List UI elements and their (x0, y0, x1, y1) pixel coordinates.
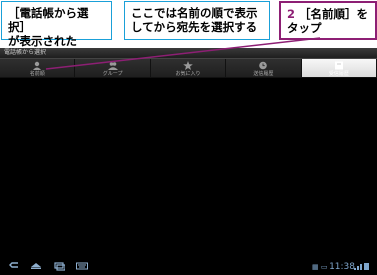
tab-received-history[interactable]: 受信履歴 (301, 59, 377, 77)
tab-label: お気に入り (175, 71, 201, 77)
recent-apps-icon[interactable] (53, 261, 65, 271)
screen-header: 電話帳から選択 (0, 48, 377, 58)
callout-sort-by-name: ここでは名前の順で表示 してから宛先を選択する (124, 1, 270, 40)
tab-sent-history[interactable]: 送信履歴 (226, 59, 302, 77)
tablet-screen: 電話帳から選択 名前順 グループ お気に入り 送信履歴 受信履歴 (0, 48, 377, 275)
callout-line: ここでは名前の順で表示 (131, 6, 258, 20)
step-text: ［名前順］を (299, 7, 369, 21)
group-icon (107, 62, 118, 70)
keyboard-icon[interactable] (76, 261, 88, 271)
screen-title: 電話帳から選択 (4, 49, 47, 56)
callout-line: ［電話帳から選択］ (8, 6, 89, 34)
person-icon (33, 61, 42, 70)
back-icon[interactable] (8, 261, 20, 271)
tab-group[interactable]: グループ (75, 59, 151, 77)
tab-label: 受信履歴 (328, 71, 349, 77)
tab-name-order[interactable]: 名前順 (0, 59, 76, 77)
status-icons: ▦ ▭ (312, 263, 328, 271)
tab-label: グループ (102, 71, 123, 77)
callout-phonebook-shown: ［電話帳から選択］ が表示された (1, 1, 112, 48)
callout-line: タップ (287, 21, 322, 35)
callout-step-2: 2 ［名前順］を タップ (279, 1, 377, 40)
step-number: 2 (287, 7, 296, 21)
callout-line: 2 ［名前順］を (287, 7, 369, 21)
home-icon[interactable] (30, 261, 42, 271)
callout-line: してから宛先を選択する (131, 20, 258, 34)
inbox-icon (334, 61, 343, 70)
history-icon (259, 61, 268, 70)
system-navigation-bar: ▦ ▭ 11:38 (0, 258, 377, 275)
sort-tab-bar: 名前順 グループ お気に入り 送信履歴 受信履歴 (0, 58, 377, 78)
tab-favorites[interactable]: お気に入り (150, 59, 227, 77)
star-icon (183, 61, 193, 70)
tab-label: 送信履歴 (253, 71, 274, 77)
callout-line: が表示された (8, 34, 77, 48)
signal-icon (354, 263, 369, 270)
tab-label: 名前順 (29, 71, 45, 77)
clock: 11:38 (329, 262, 355, 272)
